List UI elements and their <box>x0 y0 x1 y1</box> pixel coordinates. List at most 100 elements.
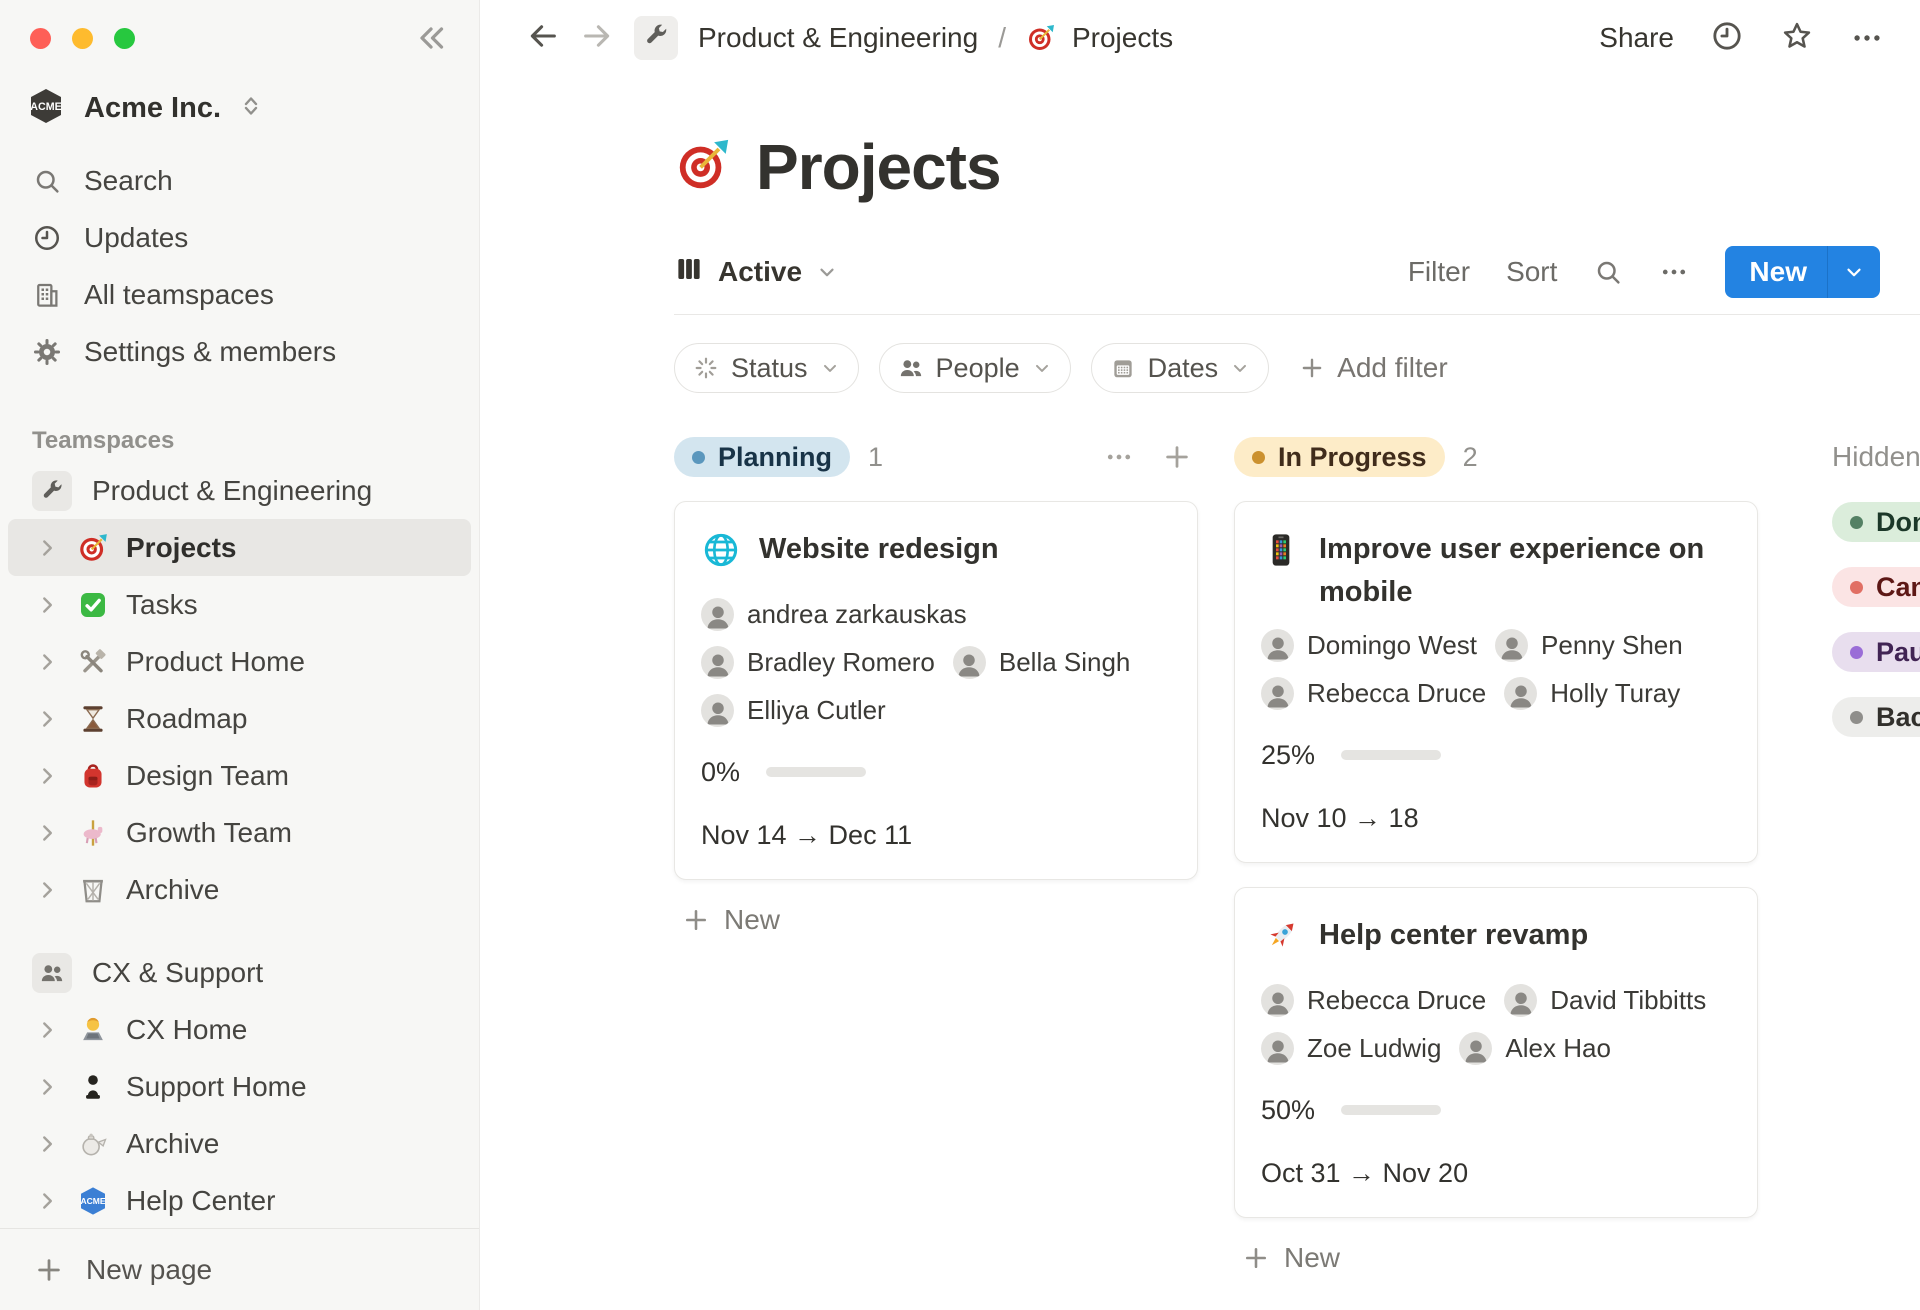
assignee[interactable]: Rebecca Druce <box>1261 984 1486 1017</box>
card-title[interactable]: Improve user experience on mobile <box>1319 528 1731 614</box>
project-card[interactable]: Website redesign andrea zarkauskas Bradl… <box>674 501 1198 880</box>
breadcrumb-teamspace-button[interactable] <box>634 16 678 60</box>
teamspace-cx-support[interactable]: CX & Support <box>8 944 471 1001</box>
assignee-name: Domingo West <box>1307 630 1477 661</box>
target-icon[interactable] <box>674 136 732 199</box>
topbar: Product & Engineering / Projects Share <box>480 0 1920 76</box>
close-window-button[interactable] <box>30 28 51 49</box>
sidebar-page-roadmap[interactable]: Roadmap <box>8 690 471 747</box>
chevron-right-icon[interactable] <box>34 649 60 675</box>
assignee-name: Rebecca Druce <box>1307 985 1486 1016</box>
hidden-group-done[interactable]: Done <box>1832 502 1920 542</box>
column-count: 2 <box>1463 442 1478 473</box>
assignee[interactable]: Holly Turay <box>1504 677 1680 710</box>
favorite-star-icon[interactable] <box>1780 19 1814 58</box>
chevron-right-icon[interactable] <box>34 535 60 561</box>
chevron-right-icon[interactable] <box>34 1131 60 1157</box>
page-label: Help Center <box>126 1185 275 1217</box>
sidebar-item-settings-members[interactable]: Settings & members <box>0 323 479 380</box>
chevron-right-icon[interactable] <box>34 763 60 789</box>
chevron-right-icon[interactable] <box>34 820 60 846</box>
progress-bar <box>1341 750 1441 760</box>
sort-button[interactable]: Sort <box>1506 256 1557 288</box>
sidebar-page-help-center[interactable]: ACME Help Center <box>8 1172 471 1229</box>
assignee[interactable]: andrea zarkauskas <box>701 598 967 631</box>
more-options-icon[interactable] <box>1850 21 1884 55</box>
column-add-icon[interactable] <box>1162 442 1192 472</box>
teamspace-product-engineering[interactable]: Product & Engineering <box>8 462 471 519</box>
collapse-sidebar-icon[interactable] <box>413 20 449 56</box>
assignee[interactable]: Elliya Cutler <box>701 694 886 727</box>
assignee-name: andrea zarkauskas <box>747 599 967 630</box>
assignee[interactable]: David Tibbitts <box>1504 984 1706 1017</box>
sidebar-item-updates[interactable]: Updates <box>0 209 479 266</box>
sidebar-item-search[interactable]: Search <box>0 152 479 209</box>
minimize-window-button[interactable] <box>72 28 93 49</box>
filter-chip-people[interactable]: People <box>879 343 1071 393</box>
project-card[interactable]: Help center revamp Rebecca Druce David T… <box>1234 887 1758 1218</box>
assignee[interactable]: Zoe Ludwig <box>1261 1032 1441 1065</box>
sidebar-item-label: All teamspaces <box>84 279 274 311</box>
sidebar-item-all-teamspaces[interactable]: All teamspaces <box>0 266 479 323</box>
card-title[interactable]: Website redesign <box>759 528 999 583</box>
assignee[interactable]: Bella Singh <box>953 646 1131 679</box>
sidebar-page-tasks[interactable]: Tasks <box>8 576 471 633</box>
chevron-right-icon[interactable] <box>34 706 60 732</box>
new-button[interactable]: New <box>1725 246 1880 298</box>
chevron-down-icon[interactable] <box>1828 261 1880 283</box>
add-filter-button[interactable]: Add filter <box>1289 352 1448 384</box>
filter-button[interactable]: Filter <box>1408 256 1470 288</box>
column-new-button[interactable]: New <box>1234 1242 1758 1274</box>
chevron-right-icon[interactable] <box>34 592 60 618</box>
sidebar-page-design-team[interactable]: Design Team <box>8 747 471 804</box>
card-title[interactable]: Help center revamp <box>1319 914 1588 969</box>
assignee[interactable]: Bradley Romero <box>701 646 935 679</box>
history-clock-icon[interactable] <box>1710 19 1744 58</box>
column-options-icon[interactable] <box>1104 442 1134 472</box>
breadcrumb-item[interactable]: Product & Engineering <box>698 22 978 54</box>
assignee[interactable]: Rebecca Druce <box>1261 677 1486 710</box>
page-title[interactable]: Projects <box>756 130 1001 204</box>
chevron-right-icon[interactable] <box>34 877 60 903</box>
sidebar-page-projects[interactable]: Projects <box>8 519 471 576</box>
hidden-group-paused[interactable]: Paused <box>1832 632 1920 672</box>
view-tab-active[interactable]: Active <box>674 254 838 291</box>
share-button[interactable]: Share <box>1599 22 1674 54</box>
status-badge[interactable]: Planning <box>674 437 850 477</box>
chevron-right-icon[interactable] <box>34 1188 60 1214</box>
new-page-button[interactable]: New page <box>0 1228 479 1310</box>
more-options-icon[interactable] <box>1659 257 1689 287</box>
hidden-group-backlog[interactable]: Backlog <box>1832 697 1920 737</box>
avatar <box>701 646 734 679</box>
filter-chip-status[interactable]: Status <box>674 343 859 393</box>
avatar <box>1459 1032 1492 1065</box>
chevron-right-icon[interactable] <box>34 1074 60 1100</box>
assignee[interactable]: Domingo West <box>1261 629 1477 662</box>
project-card[interactable]: Improve user experience on mobile Doming… <box>1234 501 1758 863</box>
breadcrumb-item[interactable]: Projects <box>1072 22 1173 54</box>
filter-chip-dates[interactable]: Dates <box>1091 343 1270 393</box>
status-badge[interactable]: In Progress <box>1234 437 1445 477</box>
page-label: Roadmap <box>126 703 247 735</box>
sidebar-page-archive[interactable]: Archive <box>8 1115 471 1172</box>
status-dot-icon <box>1850 581 1863 594</box>
zoom-window-button[interactable] <box>114 28 135 49</box>
hidden-group-canceled[interactable]: Canceled <box>1832 567 1920 607</box>
column-new-button[interactable]: New <box>674 904 1198 936</box>
sidebar-page-product-home[interactable]: Product Home <box>8 633 471 690</box>
forward-arrow-icon[interactable] <box>580 19 614 58</box>
sidebar-page-cx-home[interactable]: CX Home <box>8 1001 471 1058</box>
people-row: Bradley Romero Bella Singh <box>701 646 1171 679</box>
back-arrow-icon[interactable] <box>526 19 560 58</box>
chevron-right-icon[interactable] <box>34 1017 60 1043</box>
breadcrumb-separator: / <box>994 22 1010 54</box>
sidebar-page-archive[interactable]: Archive <box>8 861 471 918</box>
sidebar-page-growth-team[interactable]: Growth Team <box>8 804 471 861</box>
sidebar-page-support-home[interactable]: Support Home <box>8 1058 471 1115</box>
workspace-switcher[interactable]: ACME Acme Inc. <box>0 78 479 138</box>
search-icon[interactable] <box>1593 257 1623 287</box>
sidebar-item-label: Search <box>84 165 173 197</box>
people-row: Rebecca Druce David Tibbitts <box>1261 984 1731 1017</box>
assignee[interactable]: Penny Shen <box>1495 629 1683 662</box>
assignee[interactable]: Alex Hao <box>1459 1032 1611 1065</box>
